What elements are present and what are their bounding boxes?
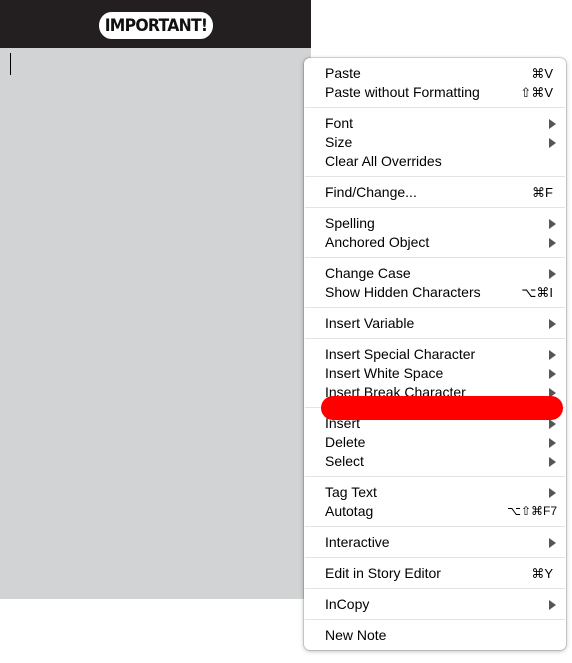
menu-item-select[interactable]: Select xyxy=(304,452,566,471)
menu-separator xyxy=(305,588,565,589)
context-menu: Paste ⌘V Paste without Formatting ⇧⌘V Fo… xyxy=(304,58,566,650)
menu-item-find-change[interactable]: Find/Change... ⌘F xyxy=(304,183,566,202)
shortcut-label: ⌥⇧⌘F7 xyxy=(507,504,557,518)
menu-item-label: Insert White Space xyxy=(325,365,444,381)
shortcut-label: ⌘F xyxy=(532,185,553,200)
important-badge: IMPORTANT! xyxy=(98,12,214,39)
menu-item-label: Size xyxy=(325,134,353,150)
menu-separator xyxy=(305,307,565,308)
menu-item-label: Interactive xyxy=(325,534,390,550)
menu-item-edit-in-story-editor[interactable]: Edit in Story Editor ⌘Y xyxy=(304,564,566,583)
shortcut-label: ⌥⌘I xyxy=(521,285,553,300)
menu-item-paste-without-formatting[interactable]: Paste without Formatting ⇧⌘V xyxy=(304,83,566,102)
menu-item-size[interactable]: Size xyxy=(304,133,566,152)
menu-item-delete[interactable]: Delete xyxy=(304,433,566,452)
red-highlight-mark xyxy=(321,396,563,420)
menu-item-label: Autotag xyxy=(325,503,374,519)
menu-separator xyxy=(305,107,565,108)
menu-item-label: Font xyxy=(325,115,354,131)
menu-separator xyxy=(305,526,565,527)
shortcut-label: ⌘Y xyxy=(531,566,553,581)
menu-item-label: Edit in Story Editor xyxy=(325,565,441,581)
menu-separator xyxy=(305,176,565,177)
submenu-arrow-icon xyxy=(549,319,556,329)
document-header-bar: IMPORTANT! xyxy=(0,0,311,48)
submenu-arrow-icon xyxy=(549,369,556,379)
menu-item-paste[interactable]: Paste ⌘V xyxy=(304,64,566,83)
menu-item-anchored-object[interactable]: Anchored Object xyxy=(304,233,566,252)
submenu-arrow-icon xyxy=(549,119,556,129)
menu-item-tag-text[interactable]: Tag Text xyxy=(304,483,566,502)
menu-item-label: Tag Text xyxy=(325,484,377,500)
menu-item-new-note[interactable]: New Note xyxy=(304,626,566,645)
submenu-arrow-icon xyxy=(549,269,556,279)
menu-item-incopy[interactable]: InCopy xyxy=(304,595,566,614)
menu-item-label: Show Hidden Characters xyxy=(325,284,481,300)
menu-item-show-hidden-characters[interactable]: Show Hidden Characters ⌥⌘I xyxy=(304,283,566,302)
menu-item-interactive[interactable]: Interactive xyxy=(304,533,566,552)
submenu-arrow-icon xyxy=(549,488,556,498)
submenu-arrow-icon xyxy=(549,600,556,610)
submenu-arrow-icon xyxy=(549,138,556,148)
menu-item-insert-white-space[interactable]: Insert White Space xyxy=(304,364,566,383)
shortcut-label: ⌘V xyxy=(531,66,553,81)
submenu-arrow-icon xyxy=(549,438,556,448)
submenu-arrow-icon xyxy=(549,538,556,548)
menu-item-clear-all-overrides[interactable]: Clear All Overrides xyxy=(304,152,566,171)
shortcut-label: ⇧⌘V xyxy=(520,85,553,100)
submenu-arrow-icon xyxy=(549,350,556,360)
menu-item-label: Anchored Object xyxy=(325,234,430,250)
menu-item-label: New Note xyxy=(325,627,387,643)
submenu-arrow-icon xyxy=(549,219,556,229)
menu-item-label: Change Case xyxy=(325,265,411,281)
menu-separator xyxy=(305,476,565,477)
menu-item-label: InCopy xyxy=(325,596,370,612)
menu-item-spelling[interactable]: Spelling xyxy=(304,214,566,233)
menu-item-label: Paste xyxy=(325,65,361,81)
menu-item-insert-variable[interactable]: Insert Variable xyxy=(304,314,566,333)
submenu-arrow-icon xyxy=(549,419,556,429)
menu-item-font[interactable]: Font xyxy=(304,114,566,133)
menu-separator xyxy=(305,207,565,208)
menu-item-insert-special-character[interactable]: Insert Special Character xyxy=(304,345,566,364)
menu-item-label: Clear All Overrides xyxy=(325,153,442,169)
menu-item-label: Find/Change... xyxy=(325,184,417,200)
menu-separator xyxy=(305,619,565,620)
menu-item-autotag[interactable]: Autotag ⌥⇧⌘F7 xyxy=(304,502,566,521)
menu-item-label: Paste without Formatting xyxy=(325,84,480,100)
menu-item-label: Delete xyxy=(325,434,366,450)
submenu-arrow-icon xyxy=(549,238,556,248)
menu-item-label: Spelling xyxy=(325,215,375,231)
menu-item-label: Insert Variable xyxy=(325,315,415,331)
menu-separator xyxy=(305,257,565,258)
menu-item-label: Insert Special Character xyxy=(325,346,476,362)
submenu-arrow-icon xyxy=(549,457,556,467)
text-frame[interactable] xyxy=(0,48,311,599)
menu-separator xyxy=(305,338,565,339)
menu-item-change-case[interactable]: Change Case xyxy=(304,264,566,283)
menu-item-label: Select xyxy=(325,453,364,469)
menu-separator xyxy=(305,557,565,558)
text-cursor xyxy=(10,53,11,75)
